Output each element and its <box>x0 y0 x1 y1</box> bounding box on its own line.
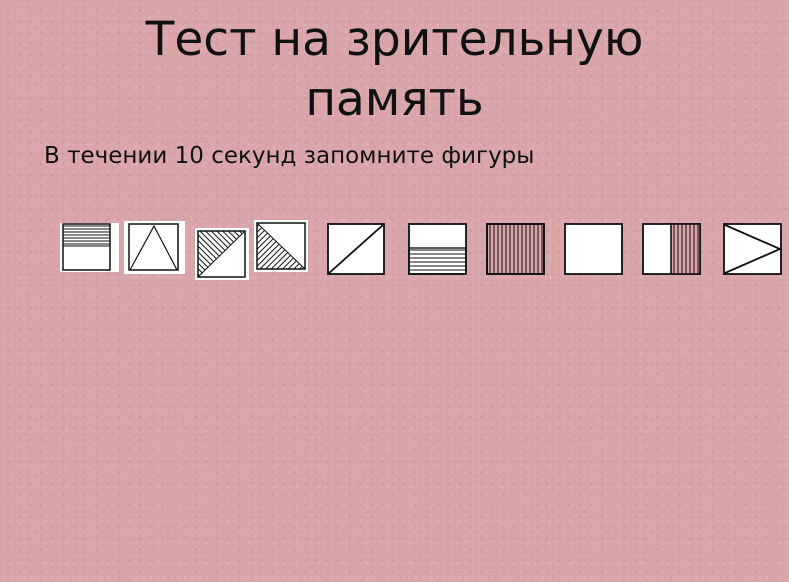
slide-title: Тест на зрительную память <box>0 10 789 130</box>
figure-diagonal-half-hatched-lower <box>195 228 249 280</box>
figure-right-half-vertical-stripes <box>642 223 701 275</box>
figure-diagonal-half-hatched-upper <box>254 220 308 272</box>
instruction-text: В течении 10 секунд запомните фигуры <box>44 143 535 169</box>
figure-bottom-half-horizontal-stripes <box>408 223 467 275</box>
figure-triangle <box>124 221 185 274</box>
figure-sideways-triangle <box>723 223 783 275</box>
figure-top-half-hatched <box>60 223 119 272</box>
slide-title-line-1: Тест на зрительную <box>145 12 644 67</box>
figure-empty-square <box>564 223 623 275</box>
figure-diagonal-line <box>327 223 385 275</box>
figure-vertical-stripes <box>486 223 545 275</box>
slide-title-line-2: память <box>305 72 484 127</box>
